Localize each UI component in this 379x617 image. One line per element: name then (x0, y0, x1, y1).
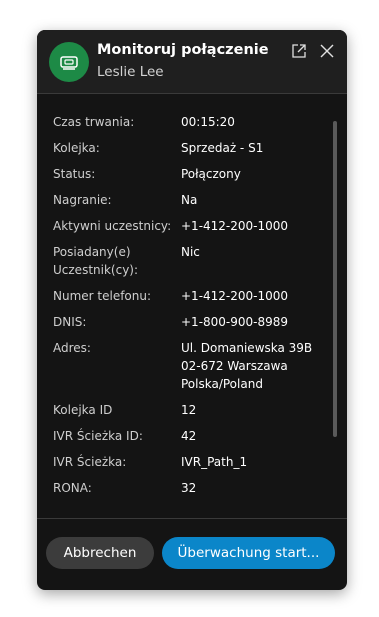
detail-label: Status: (53, 167, 96, 181)
dialog-header: Monitoruj połączenie Leslie Lee (37, 30, 347, 93)
popout-icon (292, 44, 306, 58)
close-button[interactable] (316, 40, 338, 62)
detail-value: +1-800-900-8989 (181, 315, 289, 329)
detail-label: IVR Ścieżka: (53, 455, 127, 469)
detail-value: 12 (181, 403, 197, 417)
detail-value: Połączony (181, 167, 241, 181)
dialog-title: Monitoruj połączenie (97, 42, 269, 58)
detail-value: +1-412-200-1000 (181, 219, 289, 233)
dialog-subtitle: Leslie Lee (97, 64, 164, 80)
detail-label: IVR Ścieżka ID: (53, 429, 143, 443)
detail-value: IVR_Path_1 (181, 455, 248, 469)
detail-value: 32 (181, 481, 197, 495)
detail-label: Numer telefonu: (53, 289, 152, 303)
detail-label: Kolejka: (53, 141, 100, 155)
detail-value: +1-412-200-1000 (181, 289, 289, 303)
monitor-icon (60, 56, 78, 70)
detail-value-line2: 02-672 Warszawa (181, 359, 288, 373)
detail-label: Adres: (53, 341, 91, 355)
detail-value-line3: Polska/Poland (181, 377, 263, 391)
scrollbar[interactable] (333, 121, 337, 437)
detail-label: Czas trwania: (53, 115, 135, 129)
detail-label: Nagranie: (53, 193, 112, 207)
close-icon (320, 44, 334, 58)
detail-label: DNIS: (53, 315, 87, 329)
cancel-button[interactable]: Abbrechen (46, 537, 154, 569)
popout-button[interactable] (288, 40, 310, 62)
detail-value: Nic (181, 245, 200, 259)
detail-label-line2: Uczestnik(cy): (53, 263, 139, 277)
detail-value: Sprzedaż - S1 (181, 141, 264, 155)
detail-label: Aktywni uczestnicy: (53, 219, 172, 233)
detail-label: Kolejka ID (53, 403, 113, 417)
avatar (49, 42, 89, 82)
detail-value: 42 (181, 429, 197, 443)
detail-value: 00:15:20 (181, 115, 235, 129)
detail-value: Ul. Domaniewska 39B (181, 341, 313, 355)
detail-label: Posiadany(e) (53, 245, 131, 259)
details-panel: Czas trwania: 00:15:20 Kolejka: Sprzedaż… (37, 94, 347, 518)
start-monitoring-button[interactable]: Überwachung start... (162, 537, 335, 569)
detail-value: Na (181, 193, 198, 207)
monitor-call-dialog: Monitoruj połączenie Leslie Lee Czas trw… (37, 30, 347, 590)
footer-divider (37, 518, 347, 519)
detail-label: RONA: (53, 481, 92, 495)
